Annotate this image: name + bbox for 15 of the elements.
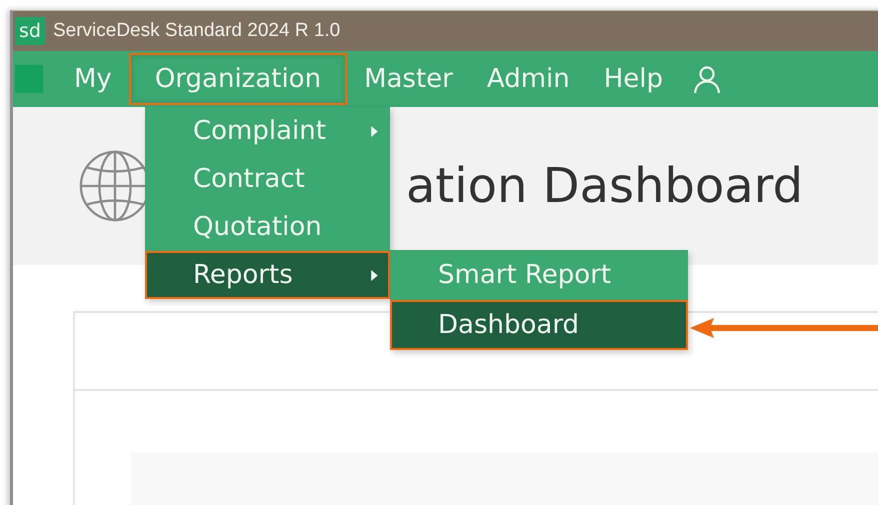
menu-option[interactable]: Smart Report [390,250,688,300]
app-logo: sd [15,17,45,45]
menu-option[interactable]: Quotation [145,203,390,251]
menu-option[interactable]: Contract [145,155,390,203]
menu-item[interactable]: My [57,53,129,105]
menu-item[interactable]: Organization [128,53,348,105]
menu-item[interactable]: Admin [470,53,587,105]
menu-option[interactable]: Reports [145,251,390,299]
user-icon[interactable] [692,64,722,94]
menu-item[interactable]: Help [586,53,680,105]
menu-item[interactable]: Master [347,53,470,105]
page-title: ation Dashboard [406,158,804,214]
window-title: ServiceDesk Standard 2024 R 1.0 [52,20,340,42]
menu-option[interactable]: Complaint [145,107,390,155]
menu-option[interactable]: Dashboard [390,300,688,350]
